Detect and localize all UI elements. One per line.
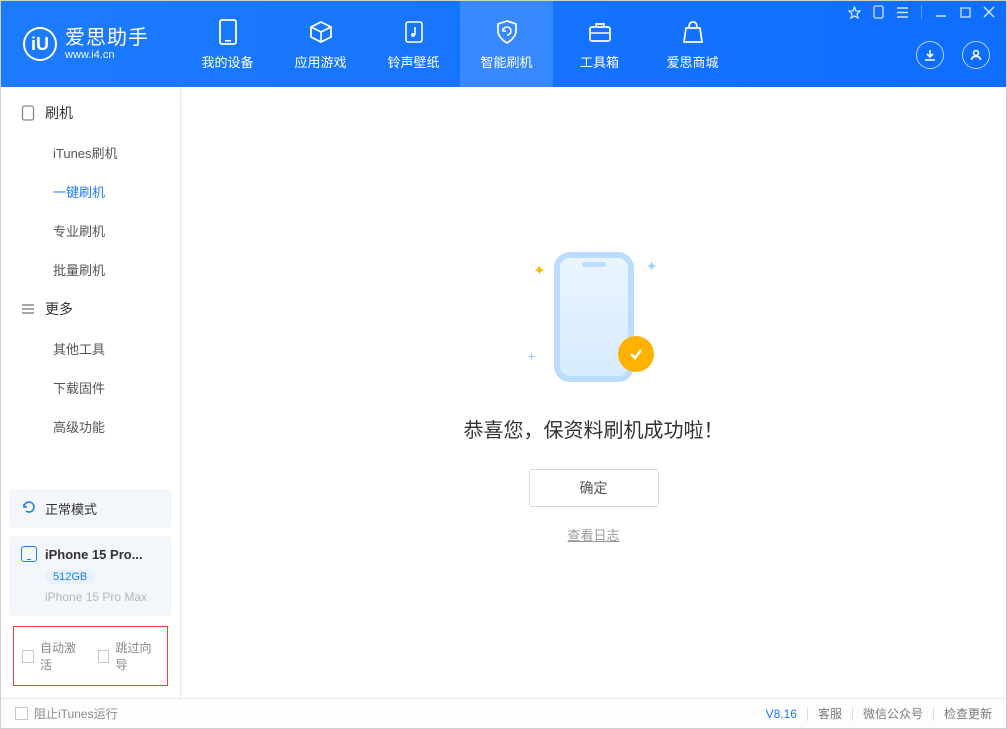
view-log-link[interactable]: 查看日志 [567, 525, 619, 544]
minimize-icon[interactable] [934, 5, 948, 19]
sidebar-item-firmware[interactable]: 下载固件 [1, 368, 180, 407]
music-icon [400, 18, 428, 46]
checkbox-block-itunes[interactable]: 阻止iTunes运行 [15, 705, 118, 722]
checkbox-icon [98, 650, 110, 663]
wechat-link[interactable]: 微信公众号 [863, 705, 923, 722]
maximize-icon[interactable] [958, 5, 972, 19]
app-url: www.i4.cn [65, 49, 149, 61]
device-name: iPhone 15 Pro... [45, 547, 143, 562]
sidebar: 刷机 iTunes刷机 一键刷机 专业刷机 批量刷机 更多 其他工具 下载固件 … [1, 87, 181, 698]
user-icon[interactable] [962, 41, 990, 69]
status-bar: 阻止iTunes运行 V8.16 客服 微信公众号 检查更新 [1, 698, 1006, 728]
nav-flash[interactable]: 智能刷机 [460, 1, 553, 87]
phone-icon [21, 546, 37, 562]
app-body: 刷机 iTunes刷机 一键刷机 专业刷机 批量刷机 更多 其他工具 下载固件 … [1, 87, 1006, 698]
nav-label: 智能刷机 [480, 52, 532, 71]
nav-ringtone[interactable]: 铃声壁纸 [367, 1, 460, 87]
nav-store[interactable]: 爱思商城 [646, 1, 739, 87]
sparkle-icon: ✦ [646, 258, 658, 275]
main-panel: ✦ ✦ + 恭喜您，保资料刷机成功啦！ 确定 查看日志 [181, 87, 1006, 698]
mode-card[interactable]: 正常模式 [9, 489, 172, 528]
divider [807, 707, 808, 721]
phone-small-icon [21, 105, 35, 121]
nav-label: 我的设备 [201, 52, 253, 71]
app-logo: iU 爱思助手 www.i4.cn [1, 27, 181, 61]
toolbox-icon [586, 18, 614, 46]
window-controls [847, 5, 996, 19]
checkbox-label: 阻止iTunes运行 [34, 705, 118, 722]
version-label: V8.16 [766, 707, 797, 721]
nav-device[interactable]: 我的设备 [181, 1, 274, 87]
list-icon [21, 303, 35, 315]
divider [852, 707, 853, 721]
storage-badge: 512GB [45, 570, 95, 584]
nav-label: 爱思商城 [666, 52, 718, 71]
sidebar-item-oneclick[interactable]: 一键刷机 [1, 172, 180, 211]
close-icon[interactable] [982, 5, 996, 19]
nav-apps[interactable]: 应用游戏 [274, 1, 367, 87]
ok-button[interactable]: 确定 [529, 469, 659, 507]
checkbox-auto-activate[interactable]: 自动激活 [22, 639, 84, 673]
sparkle-icon: + [528, 348, 536, 364]
refresh-icon [21, 499, 37, 518]
sidebar-item-advanced[interactable]: 高级功能 [1, 407, 180, 446]
mode-label: 正常模式 [45, 499, 97, 518]
nav-label: 工具箱 [580, 52, 619, 71]
checkbox-skip-guide[interactable]: 跳过向导 [98, 639, 160, 673]
header-actions [916, 41, 990, 69]
cube-icon [307, 18, 335, 46]
nav-label: 应用游戏 [294, 52, 346, 71]
checkbox-label: 自动激活 [40, 639, 84, 673]
shield-refresh-icon [493, 18, 521, 46]
success-illustration: ✦ ✦ + [504, 242, 684, 392]
group-title: 更多 [45, 299, 73, 319]
divider [933, 707, 934, 721]
app-header: iU 爱思助手 www.i4.cn 我的设备 应用游戏 铃声壁纸 [1, 1, 1006, 87]
sidebar-group-more[interactable]: 更多 [1, 289, 180, 329]
update-link[interactable]: 检查更新 [944, 705, 992, 722]
nav-toolbox[interactable]: 工具箱 [553, 1, 646, 87]
feedback-icon[interactable] [847, 5, 861, 19]
download-icon[interactable] [916, 41, 944, 69]
app-name: 爱思助手 [65, 27, 149, 49]
highlight-checkbox-group: 自动激活 跳过向导 [13, 626, 168, 686]
nav-label: 铃声壁纸 [387, 52, 439, 71]
device-model: iPhone 15 Pro Max [45, 590, 160, 604]
bag-icon [679, 18, 707, 46]
checkbox-label: 跳过向导 [115, 639, 159, 673]
phone-link-icon[interactable] [871, 5, 885, 19]
sidebar-bottom: 正常模式 iPhone 15 Pro... 512GB iPhone 15 Pr… [1, 481, 180, 698]
support-link[interactable]: 客服 [818, 705, 842, 722]
divider [921, 5, 922, 19]
footer-right: V8.16 客服 微信公众号 检查更新 [766, 705, 992, 722]
sparkle-icon: ✦ [534, 262, 546, 279]
sidebar-item-batch[interactable]: 批量刷机 [1, 250, 180, 289]
sidebar-item-pro[interactable]: 专业刷机 [1, 211, 180, 250]
top-nav: 我的设备 应用游戏 铃声壁纸 智能刷机 工具箱 [181, 1, 739, 87]
checkbox-icon [15, 707, 28, 720]
group-title: 刷机 [45, 103, 73, 123]
sidebar-item-itunes[interactable]: iTunes刷机 [1, 133, 180, 172]
checkbox-icon [22, 650, 34, 663]
sidebar-group-flash[interactable]: 刷机 [1, 93, 180, 133]
sidebar-item-othertools[interactable]: 其他工具 [1, 329, 180, 368]
logo-text: 爱思助手 www.i4.cn [65, 27, 149, 61]
menu-icon[interactable] [895, 5, 909, 19]
success-message: 恭喜您，保资料刷机成功啦！ [464, 414, 724, 443]
device-icon [214, 18, 242, 46]
check-badge-icon [618, 336, 654, 372]
device-card[interactable]: iPhone 15 Pro... 512GB iPhone 15 Pro Max [9, 536, 172, 616]
logo-badge: iU [23, 27, 57, 61]
